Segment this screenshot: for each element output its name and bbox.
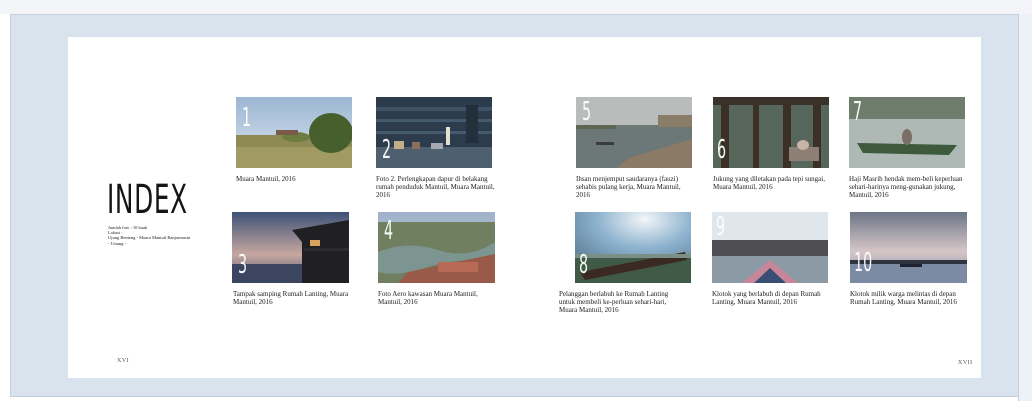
photo-5[interactable]: 5: [576, 97, 692, 168]
photo-caption: Jukung yang diletakan pada tepi sungai, …: [713, 175, 825, 191]
photo-number: 3: [238, 250, 248, 280]
photo-number: 6: [717, 135, 727, 165]
photo-number: 2: [382, 135, 392, 165]
photo-caption: Klotok milik warga melintas di depan Rum…: [850, 290, 957, 306]
top-strip: [0, 0, 1032, 14]
book-spread: [68, 37, 981, 378]
photo-number: 10: [854, 248, 873, 278]
photo-caption: Muara Mantuil, 2016: [236, 175, 296, 183]
window-edge: [1018, 14, 1032, 401]
index-title: INDEX: [107, 177, 188, 223]
photo-number: 4: [384, 216, 394, 246]
photo-number: 9: [716, 212, 726, 242]
photo-3[interactable]: 3: [232, 212, 349, 283]
photo-9[interactable]: 9: [712, 212, 828, 283]
info-line: Ujung Benteng - Muara Mantuil Banjarmasi…: [108, 235, 191, 241]
photo-caption: Ihsan menjemput saudaranya (fauzi) sehab…: [576, 175, 681, 199]
index-info: Jumlah foto : 10 buah Lokasi : Ujung Ben…: [108, 225, 198, 246]
photo-caption: Klotok yang berlabuh di depan Rumah Lant…: [712, 290, 821, 306]
info-line: - Ustang -: [108, 240, 126, 246]
photo-1[interactable]: 1: [236, 97, 352, 168]
page-number-right: XVII: [958, 360, 973, 366]
photo-4[interactable]: 4: [378, 212, 495, 283]
photo-7[interactable]: 7: [849, 97, 965, 168]
photo-number: 7: [853, 97, 863, 127]
photo-8[interactable]: 8: [575, 212, 691, 283]
photo-caption: Foto 2. Perlengkapan dapur di belakang r…: [376, 175, 495, 199]
photo-6[interactable]: 6: [713, 97, 829, 168]
photo-10[interactable]: 10: [850, 212, 967, 283]
page-number-left: XVI: [117, 358, 130, 364]
photo-number: 8: [579, 250, 589, 280]
photo-caption: Tampak samping Rumah Lanting, Muara Mant…: [233, 290, 349, 306]
photo-caption: Haji Masrih hendak mem-beli keperluan se…: [849, 175, 963, 199]
photo-caption: Foto Aero kawasan Muara Mantuil, Mantuil…: [378, 290, 478, 306]
photo-number: 5: [582, 97, 592, 127]
photo-2[interactable]: 2: [376, 97, 492, 168]
photo-number: 1: [242, 103, 252, 133]
photo-caption: Pelanggan berlabuh ke Rumah Lanting untu…: [559, 290, 669, 314]
